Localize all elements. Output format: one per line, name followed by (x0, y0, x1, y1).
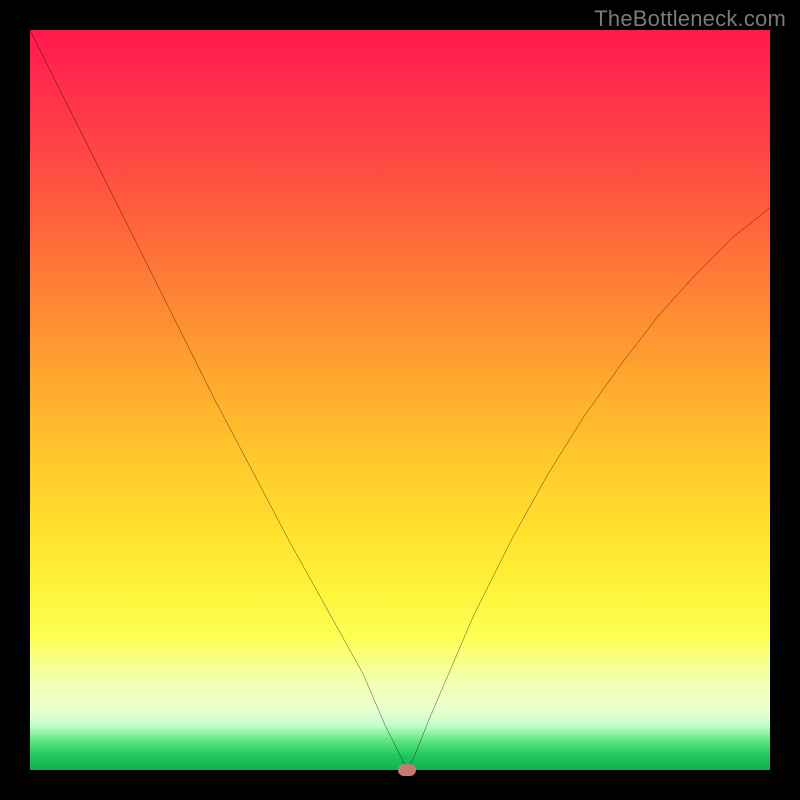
optimum-marker (398, 764, 416, 776)
bottleneck-curve (30, 30, 770, 770)
watermark-text: TheBottleneck.com (594, 6, 786, 32)
chart-frame: TheBottleneck.com (0, 0, 800, 800)
curve-line (30, 30, 770, 770)
